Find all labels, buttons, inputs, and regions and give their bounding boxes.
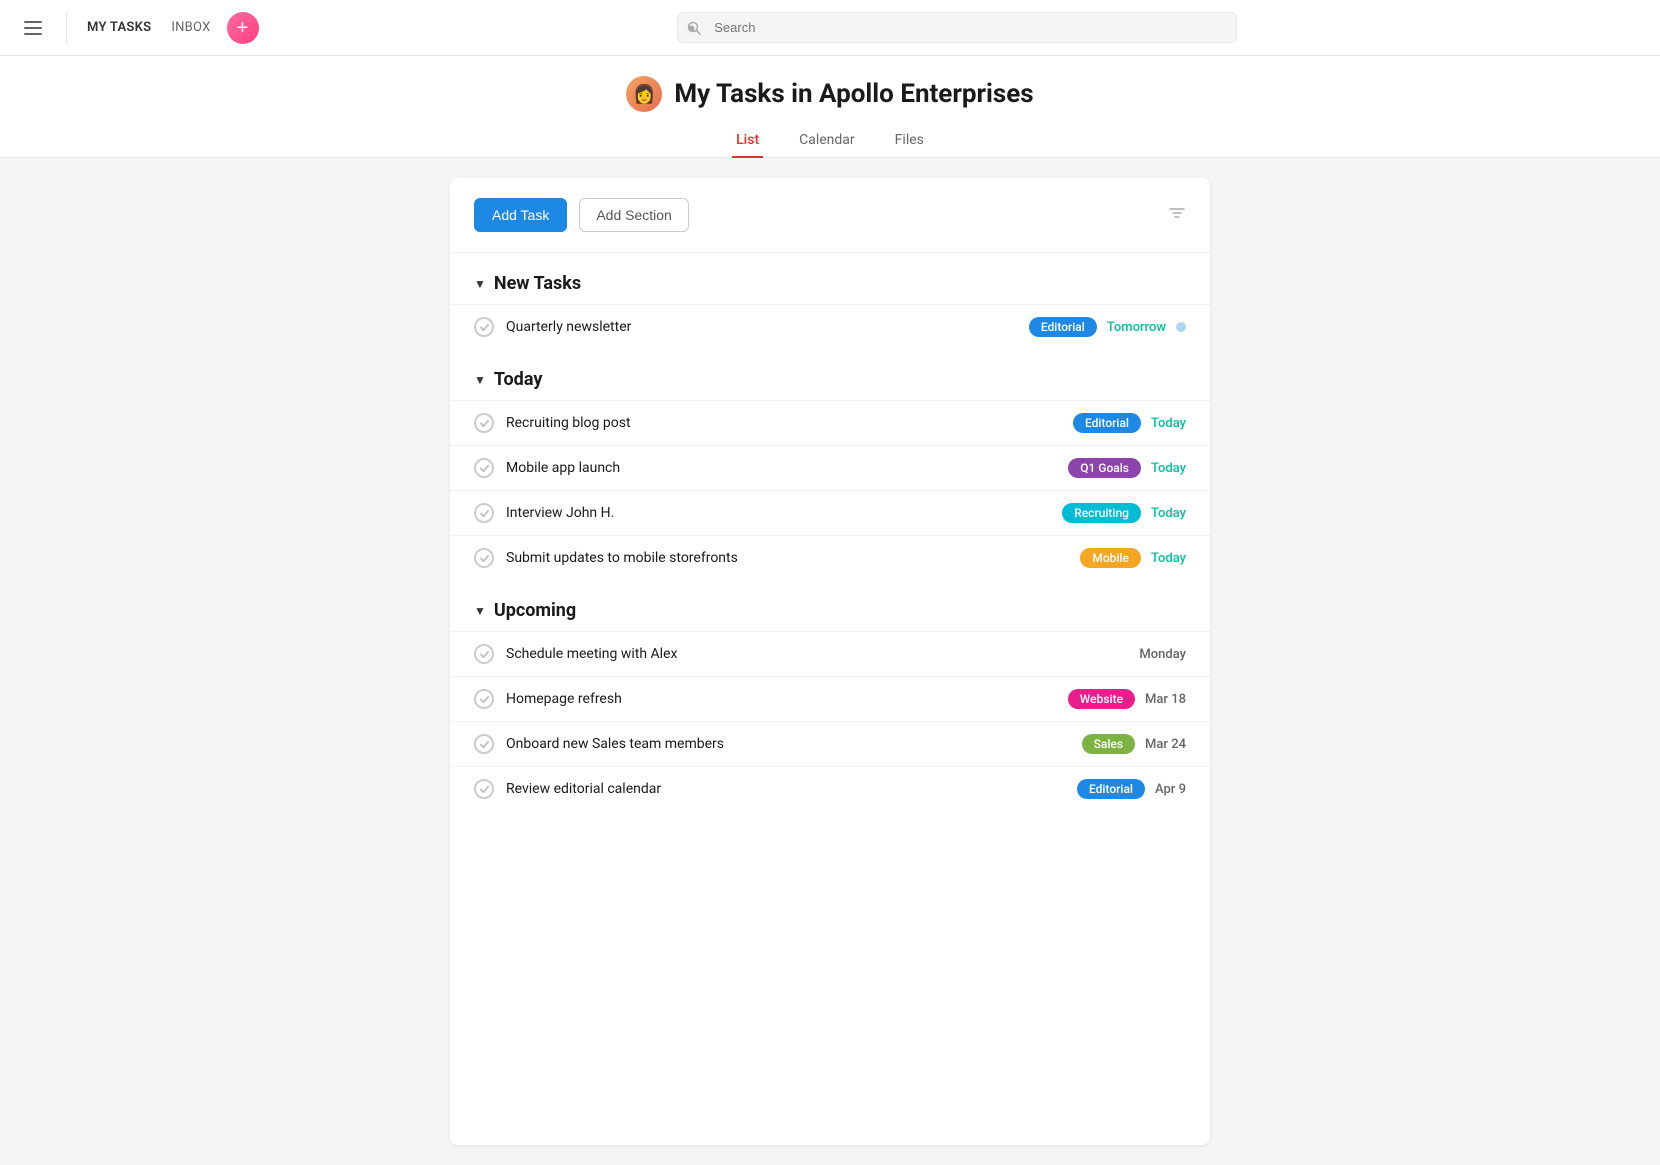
task-row[interactable]: Submit updates to mobile storefronts Mob… [450,535,1210,580]
section-header-0[interactable]: ▼ New Tasks [450,253,1210,304]
task-name: Submit updates to mobile storefronts [506,550,1068,566]
task-name: Schedule meeting with Alex [506,646,1127,662]
task-meta: Mobile Today [1080,548,1186,568]
add-task-button[interactable]: Add Task [474,198,567,232]
task-row[interactable]: Interview John H. Recruiting Today [450,490,1210,535]
task-due-date: Monday [1139,647,1186,662]
task-meta: Editorial Apr 9 [1077,779,1186,799]
section-header-1[interactable]: ▼ Today [450,349,1210,400]
section-0: ▼ New Tasks Quarterly newsletter Editori… [450,253,1210,349]
task-meta: Editorial Today [1073,413,1186,433]
task-tag: Recruiting [1062,503,1141,523]
task-tag: Sales [1082,734,1135,754]
add-section-button[interactable]: Add Section [579,198,689,232]
task-checkbox[interactable] [474,734,494,754]
task-tag: Editorial [1073,413,1141,433]
task-checkbox[interactable] [474,779,494,799]
task-due-date: Today [1151,506,1186,521]
task-due-date: Today [1151,551,1186,566]
task-panel: Add Task Add Section ▼ New Tasks Q [450,178,1210,1145]
dot-indicator [1176,322,1186,332]
toolbar: Add Task Add Section [450,198,1210,253]
tab-list[interactable]: List [732,124,763,158]
task-name: Homepage refresh [506,691,1056,707]
tab-files[interactable]: Files [891,124,928,158]
task-tag: Website [1068,689,1135,709]
search-input[interactable] [677,12,1237,43]
task-row[interactable]: Recruiting blog post Editorial Today [450,400,1210,445]
page-title-row: 👩 My Tasks in Apollo Enterprises [0,76,1660,112]
task-meta: Monday [1139,647,1186,662]
task-due-date: Today [1151,461,1186,476]
task-name: Recruiting blog post [506,415,1061,431]
task-name: Onboard new Sales team members [506,736,1070,752]
task-row[interactable]: Mobile app launch Q1 Goals Today [450,445,1210,490]
section-header-2[interactable]: ▼ Upcoming [450,580,1210,631]
task-checkbox[interactable] [474,458,494,478]
top-nav: MY TASKS INBOX + ● [0,0,1660,56]
task-row[interactable]: Homepage refresh Website Mar 18 [450,676,1210,721]
nav-divider [66,12,67,44]
hamburger-icon[interactable] [16,13,50,43]
task-row[interactable]: Quarterly newsletter Editorial Tomorrow [450,304,1210,349]
page-tabs: List Calendar Files [0,124,1660,157]
section-2: ▼ Upcoming Schedule meeting with Alex Mo… [450,580,1210,811]
section-chevron-2: ▼ [474,604,486,618]
task-checkbox[interactable] [474,644,494,664]
section-chevron-0: ▼ [474,277,486,291]
task-row[interactable]: Review editorial calendar Editorial Apr … [450,766,1210,811]
section-title-2: Upcoming [494,600,576,621]
task-tag: Editorial [1077,779,1145,799]
task-meta: Editorial Tomorrow [1029,317,1186,337]
task-row[interactable]: Schedule meeting with Alex Monday [450,631,1210,676]
task-tag: Q1 Goals [1068,458,1141,478]
task-checkbox[interactable] [474,317,494,337]
task-tag: Mobile [1080,548,1141,568]
section-chevron-1: ▼ [474,373,486,387]
task-due-date: Tomorrow [1107,320,1166,335]
section-title-1: Today [494,369,543,390]
task-due-date: Apr 9 [1155,782,1186,797]
task-due-date: Today [1151,416,1186,431]
task-meta: Recruiting Today [1062,503,1186,523]
page-header: 👩 My Tasks in Apollo Enterprises List Ca… [0,56,1660,158]
tab-calendar[interactable]: Calendar [795,124,859,158]
task-meta: Website Mar 18 [1068,689,1186,709]
task-checkbox[interactable] [474,503,494,523]
task-name: Quarterly newsletter [506,319,1017,335]
task-name: Interview John H. [506,505,1050,521]
section-1: ▼ Today Recruiting blog post Editorial T… [450,349,1210,580]
nav-tab-mytasks[interactable]: MY TASKS [83,16,155,39]
nav-tab-inbox[interactable]: INBOX [167,16,214,39]
avatar: 👩 [626,76,662,112]
task-checkbox[interactable] [474,689,494,709]
task-name: Mobile app launch [506,460,1056,476]
sections-container: ▼ New Tasks Quarterly newsletter Editori… [450,253,1210,811]
task-checkbox[interactable] [474,413,494,433]
task-name: Review editorial calendar [506,781,1065,797]
task-meta: Sales Mar 24 [1082,734,1186,754]
add-button[interactable]: + [227,12,259,44]
main-content: Add Task Add Section ▼ New Tasks Q [0,158,1660,1165]
task-tag: Editorial [1029,317,1097,337]
task-meta: Q1 Goals Today [1068,458,1186,478]
search-icon-svg [687,21,701,35]
task-due-date: Mar 24 [1145,737,1186,752]
filter-icon[interactable] [1168,204,1186,226]
section-title-0: New Tasks [494,273,581,294]
search-bar: ● [677,12,1237,43]
page-title: My Tasks in Apollo Enterprises [674,79,1033,109]
task-checkbox[interactable] [474,548,494,568]
task-row[interactable]: Onboard new Sales team members Sales Mar… [450,721,1210,766]
task-due-date: Mar 18 [1145,692,1186,707]
